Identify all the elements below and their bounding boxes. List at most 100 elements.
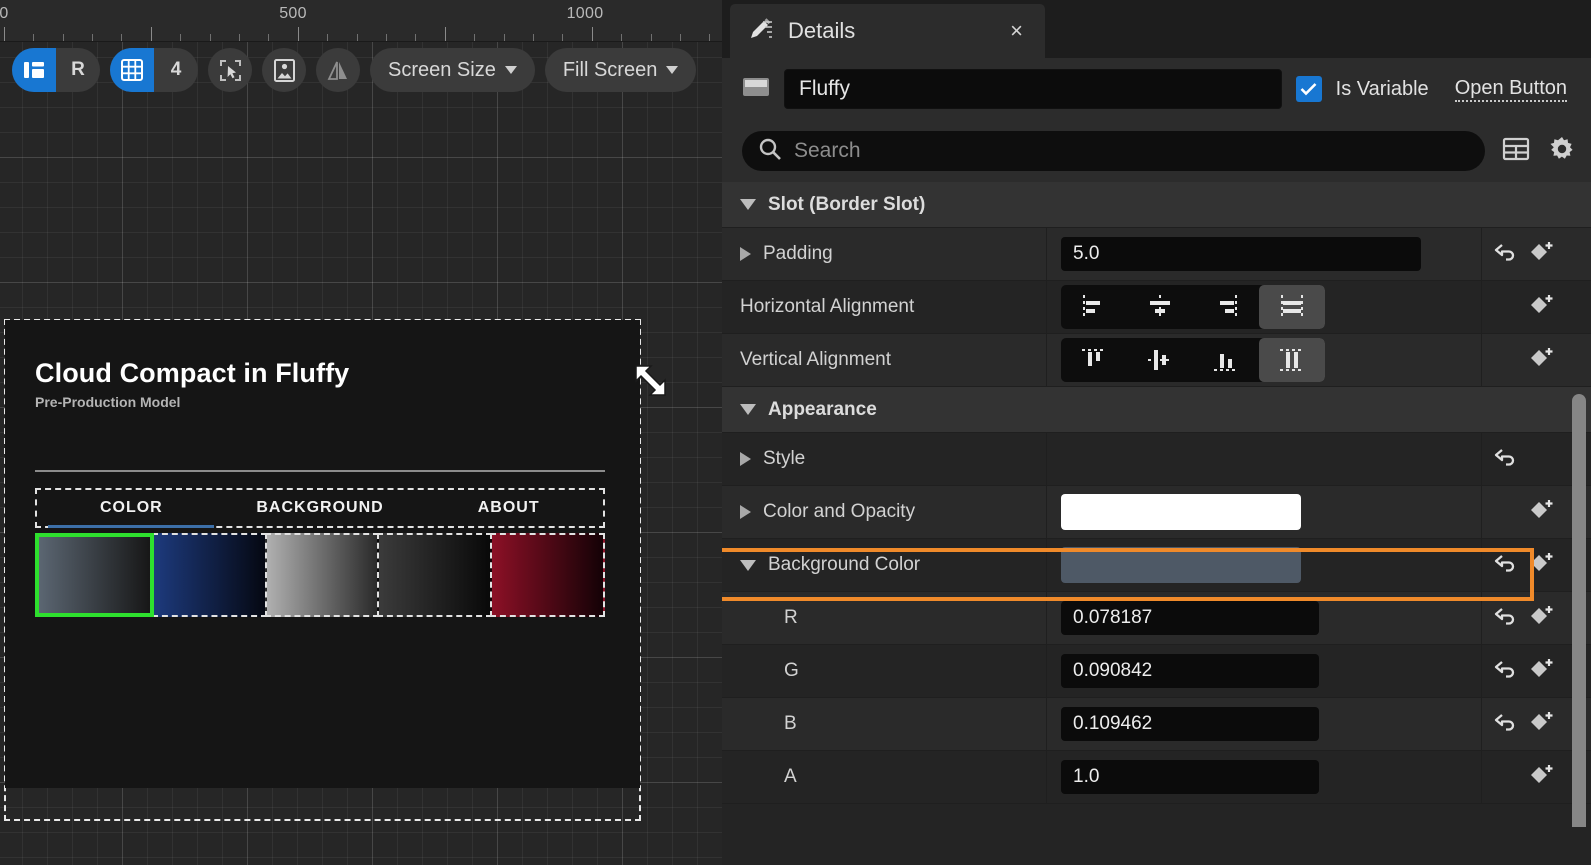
preview-swatch-silver[interactable] <box>264 533 380 617</box>
details-scrollbar-thumb[interactable] <box>1572 394 1586 827</box>
category-appearance-label: Appearance <box>768 398 877 420</box>
bind-icon[interactable] <box>1530 604 1556 633</box>
padding-input[interactable]: 5.0 <box>1061 237 1421 271</box>
row-vertical-alignment[interactable]: Vertical Alignment <box>722 334 1591 387</box>
bind-icon[interactable] <box>1530 240 1556 269</box>
bind-icon[interactable] <box>1530 551 1556 580</box>
layout-toggle-label[interactable]: R <box>56 48 100 92</box>
category-appearance[interactable]: Appearance <box>722 387 1591 433</box>
search-input[interactable]: Search <box>742 131 1485 171</box>
background-color-label: Background Color <box>768 554 921 575</box>
align-fill-icon[interactable] <box>1259 338 1325 382</box>
marquee-select-icon[interactable] <box>208 48 252 92</box>
row-background-color-g[interactable]: G 0.090842 <box>722 645 1591 698</box>
grid-snap-value[interactable]: 4 <box>154 48 198 92</box>
background-color-swatch[interactable] <box>1061 547 1301 583</box>
row-padding[interactable]: Padding 5.0 <box>722 228 1591 281</box>
bind-icon[interactable] <box>1530 763 1556 792</box>
screen-size-dropdown[interactable]: Screen Size <box>370 48 535 92</box>
align-middle-icon[interactable] <box>1127 338 1193 382</box>
ruler-minor-tick <box>680 34 681 41</box>
details-tab-title: Details <box>788 18 856 43</box>
bind-icon[interactable] <box>1530 293 1556 322</box>
align-left-icon[interactable] <box>1061 285 1127 329</box>
row-background-color[interactable]: Background Color <box>722 539 1591 592</box>
background-color-g-input[interactable]: 0.090842 <box>1061 654 1319 688</box>
preview-tab-background[interactable]: BACKGROUND <box>226 490 415 526</box>
property-list[interactable]: Slot (Border Slot) Padding 5.0 Horizonta… <box>722 182 1591 827</box>
mirror-icon[interactable] <box>316 48 360 92</box>
details-scrollbar[interactable] <box>1572 394 1586 827</box>
background-color-a-input[interactable]: 1.0 <box>1061 760 1319 794</box>
horizontal-alignment-label: Horizontal Alignment <box>740 296 915 317</box>
preview-tab-color[interactable]: COLOR <box>37 490 226 528</box>
chevron-right-icon[interactable] <box>740 247 751 261</box>
style-name-cell[interactable]: Style <box>722 433 1047 485</box>
ruler-minor-tick <box>210 34 211 41</box>
open-button-link[interactable]: Open Button <box>1454 77 1567 102</box>
background-color-b-input[interactable]: 0.109462 <box>1061 707 1319 741</box>
background-color-r-input[interactable]: 0.078187 <box>1061 601 1319 635</box>
unreal-widget-designer: 0 500 1000 R 4 Screen Size Fill Screen C… <box>0 0 1591 865</box>
row-background-color-b[interactable]: B 0.109462 <box>722 698 1591 751</box>
padding-name-cell[interactable]: Padding <box>722 228 1047 280</box>
background-color-name-cell[interactable]: Background Color <box>722 539 1047 591</box>
preview-title: Cloud Compact in Fluffy <box>35 358 350 388</box>
bind-icon[interactable] <box>1530 346 1556 375</box>
row-background-color-a[interactable]: A 1.0 <box>722 751 1591 804</box>
ruler-minor-tick <box>562 34 563 41</box>
close-icon[interactable]: × <box>1006 18 1027 44</box>
chevron-right-icon[interactable] <box>740 452 751 466</box>
preview-divider <box>35 470 605 472</box>
align-right-icon[interactable] <box>1193 285 1259 329</box>
design-canvas[interactable]: R 4 Screen Size Fill Screen Cloud Compac… <box>0 42 722 865</box>
widget-selection-outline[interactable]: Cloud Compact in Fluffy Pre-Production M… <box>4 319 641 821</box>
preview-swatch-charcoal[interactable] <box>377 533 493 617</box>
preview-swatch-slate[interactable] <box>35 533 154 617</box>
tab-details[interactable]: Details × <box>730 4 1045 58</box>
preview-tab-about[interactable]: ABOUT <box>414 490 603 526</box>
image-icon[interactable] <box>262 48 306 92</box>
row-background-color-r[interactable]: R 0.078187 <box>722 592 1591 645</box>
color-and-opacity-swatch[interactable] <box>1061 494 1301 530</box>
row-style[interactable]: Style <box>722 433 1591 486</box>
revert-icon[interactable] <box>1494 658 1520 685</box>
horizontal-alignment-name-cell: Horizontal Alignment <box>722 281 1047 333</box>
fill-screen-label: Fill Screen <box>562 58 658 81</box>
background-color-g-value-cell: 0.090842 <box>1047 645 1481 697</box>
row-color-and-opacity[interactable]: Color and Opacity <box>722 486 1591 539</box>
chevron-down-icon[interactable] <box>740 559 756 571</box>
background-color-b-value-cell: 0.109462 <box>1047 698 1481 750</box>
bind-icon[interactable] <box>1530 710 1556 739</box>
grid-icon[interactable] <box>110 48 154 92</box>
category-slot-label: Slot (Border Slot) <box>768 193 926 215</box>
category-slot[interactable]: Slot (Border Slot) <box>722 182 1591 228</box>
bind-icon[interactable] <box>1530 657 1556 686</box>
layout-icon[interactable] <box>12 48 56 92</box>
align-fill-icon[interactable] <box>1259 285 1325 329</box>
vertical-alignment-label: Vertical Alignment <box>740 349 892 370</box>
revert-icon[interactable] <box>1494 711 1520 738</box>
is-variable-checkbox[interactable] <box>1295 76 1322 102</box>
revert-icon[interactable] <box>1494 241 1520 268</box>
fill-screen-dropdown[interactable]: Fill Screen <box>544 48 697 92</box>
color-and-opacity-name-cell[interactable]: Color and Opacity <box>722 486 1047 538</box>
ruler-tick-label: 0 <box>0 5 9 22</box>
gear-icon[interactable] <box>1547 134 1577 169</box>
designer-viewport: 0 500 1000 R 4 Screen Size Fill Screen C… <box>0 0 722 865</box>
revert-icon[interactable] <box>1494 605 1520 632</box>
preview-swatch-navy[interactable] <box>151 533 267 617</box>
columns-icon[interactable] <box>1501 134 1531 169</box>
chevron-right-icon[interactable] <box>740 505 751 519</box>
screen-size-label: Screen Size <box>388 58 496 81</box>
widget-name-input[interactable]: Fluffy <box>784 69 1282 109</box>
align-center-icon[interactable] <box>1127 285 1193 329</box>
bind-icon[interactable] <box>1530 498 1556 527</box>
revert-icon[interactable] <box>1494 552 1520 579</box>
align-bottom-icon[interactable] <box>1193 338 1259 382</box>
preview-swatch-crimson[interactable] <box>490 533 605 617</box>
row-horizontal-alignment[interactable]: Horizontal Alignment <box>722 281 1591 334</box>
ruler-minor-tick <box>327 34 328 41</box>
align-top-icon[interactable] <box>1061 338 1127 382</box>
revert-icon[interactable] <box>1494 446 1520 473</box>
